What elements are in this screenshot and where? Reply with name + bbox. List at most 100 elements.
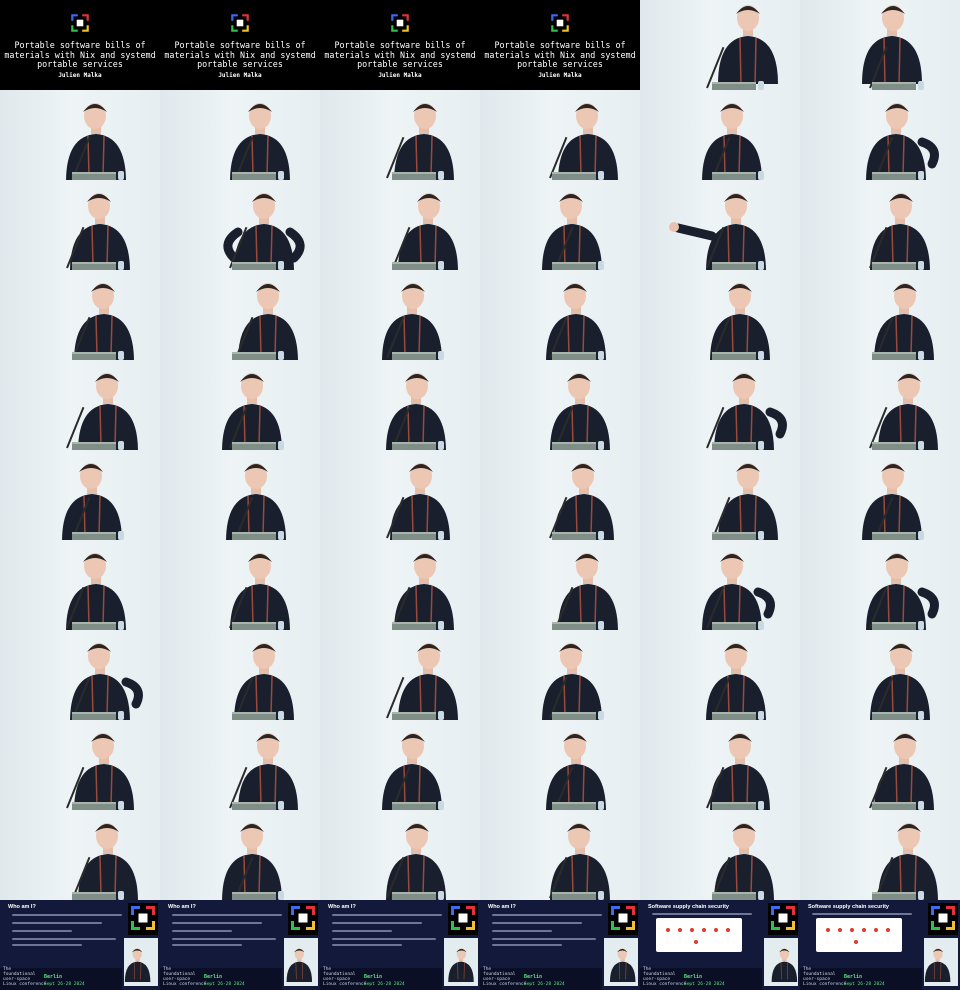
speaker-frame xyxy=(160,270,320,360)
podium xyxy=(232,442,276,450)
podium xyxy=(392,262,436,270)
speaker-figure xyxy=(710,283,770,360)
slide-text-line xyxy=(332,938,436,940)
speaker-frame xyxy=(160,540,320,630)
speaker-figure xyxy=(706,643,766,720)
podium xyxy=(872,352,916,360)
slide-text-line xyxy=(172,938,276,940)
podium xyxy=(552,802,596,810)
conference-logo xyxy=(768,903,798,935)
speaker-frame xyxy=(320,720,480,810)
speaker-figure xyxy=(394,553,454,630)
diagram-node xyxy=(874,928,878,932)
all-systems-go-logo xyxy=(768,903,798,933)
water-bottle xyxy=(758,351,764,360)
slide-footer: The foundational user-space Linux confer… xyxy=(480,967,602,990)
slide-title: Who am I? xyxy=(8,904,36,910)
podium xyxy=(872,82,916,90)
water-bottle xyxy=(598,621,604,630)
speaker-frame xyxy=(480,270,640,360)
speaker-figure xyxy=(702,553,775,630)
water-bottle xyxy=(118,351,124,360)
supply-chain-diagram xyxy=(816,918,902,952)
podium xyxy=(552,172,596,180)
water-bottle xyxy=(758,891,764,900)
podium xyxy=(872,532,916,540)
podium xyxy=(232,172,276,180)
video-frame-contact-sheet: Portable software bills of materials wit… xyxy=(0,0,960,990)
water-bottle xyxy=(438,891,444,900)
podium xyxy=(552,532,596,540)
slide-text-line xyxy=(652,913,752,915)
speaker-frame xyxy=(800,630,960,720)
water-bottle xyxy=(598,531,604,540)
speaker-frame xyxy=(0,360,160,450)
diagram-node xyxy=(862,928,866,932)
speaker-figure xyxy=(718,463,778,540)
all-systems-go-logo xyxy=(608,903,638,933)
slide-frame: Who am I? The foundational user-space Lin… xyxy=(480,900,640,990)
speaker-figure xyxy=(382,283,442,360)
slide-title: Who am I? xyxy=(168,904,196,910)
speaker-figure xyxy=(223,193,305,270)
slide-text-line xyxy=(12,930,72,932)
speaker-figure xyxy=(62,463,122,540)
water-bottle xyxy=(438,531,444,540)
water-bottle xyxy=(118,261,124,270)
water-bottle xyxy=(598,171,604,180)
conference-dates: Sept 26-28 2024 xyxy=(524,982,565,987)
conference-dates: Sept 26-28 2024 xyxy=(364,982,405,987)
slide-title: Software supply chain security xyxy=(808,904,889,910)
water-bottle xyxy=(118,801,124,810)
water-bottle xyxy=(118,621,124,630)
speaker-frame xyxy=(800,270,960,360)
diagram-node xyxy=(838,928,842,932)
speaker-frame xyxy=(160,630,320,720)
slide-frame: Software supply chain security The founda… xyxy=(800,900,960,990)
speaker-frame xyxy=(0,810,160,900)
diagram-node xyxy=(690,928,694,932)
speaker-frame xyxy=(800,90,960,180)
water-bottle xyxy=(438,711,444,720)
podium xyxy=(712,82,756,90)
all-systems-go-logo xyxy=(69,12,91,34)
water-bottle xyxy=(918,711,924,720)
slide-text-line xyxy=(492,922,582,924)
podium xyxy=(72,172,116,180)
water-bottle xyxy=(438,441,444,450)
podium xyxy=(712,172,756,180)
speaker-frame xyxy=(800,450,960,540)
diagram-node xyxy=(714,928,718,932)
speaker-frame xyxy=(640,360,800,450)
supply-chain-diagram xyxy=(656,918,742,952)
podium xyxy=(232,802,276,810)
speaker-figure xyxy=(714,823,774,900)
speaker-frame xyxy=(320,450,480,540)
speaker-figure xyxy=(124,948,151,982)
water-bottle xyxy=(918,351,924,360)
speaker-figure xyxy=(222,373,282,450)
speaker-figure xyxy=(558,103,618,180)
speaker-figure xyxy=(70,643,143,720)
conference-logo xyxy=(549,12,571,34)
podium xyxy=(712,352,756,360)
conference-dates: Sept 26-28 2024 xyxy=(684,982,725,987)
speaker-figure xyxy=(286,948,313,982)
water-bottle xyxy=(918,171,924,180)
speaker-camera-inset xyxy=(924,938,958,986)
diagram-node xyxy=(678,928,682,932)
water-bottle xyxy=(118,531,124,540)
speaker-frame xyxy=(640,630,800,720)
water-bottle xyxy=(918,801,924,810)
slide-text-line xyxy=(332,944,402,946)
conference-name: The foundational user-space Linux confer… xyxy=(643,967,687,987)
speaker-frame xyxy=(320,540,480,630)
water-bottle xyxy=(278,351,284,360)
podium xyxy=(392,802,436,810)
slide-frame: Who am I? The foundational user-space Lin… xyxy=(320,900,480,990)
podium xyxy=(712,802,756,810)
slide-text-line xyxy=(492,944,562,946)
speaker-figure xyxy=(554,463,614,540)
slide-frame: Who am I? The foundational user-space Lin… xyxy=(160,900,320,990)
slide-text-line xyxy=(172,944,242,946)
